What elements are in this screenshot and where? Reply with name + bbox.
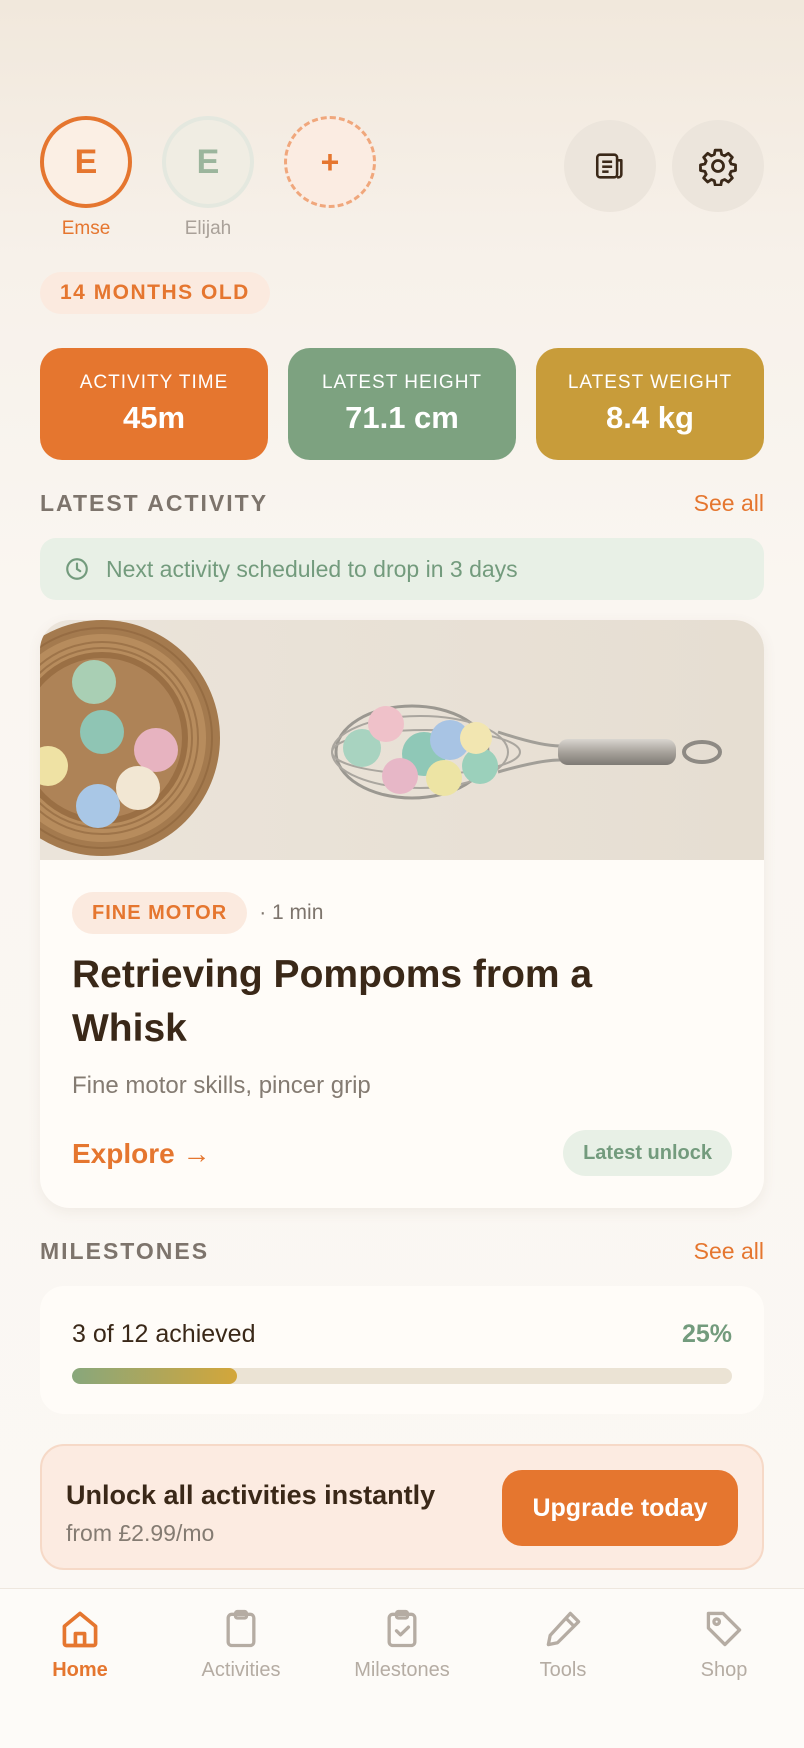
profile-name: Emse: [61, 218, 111, 239]
milestones-progress-card[interactable]: 3 of 12 achieved 25%: [40, 1286, 764, 1414]
bottom-nav: Home Activities Milestones Tools Shop: [0, 1588, 804, 1748]
home-icon: [62, 1611, 98, 1648]
stats-row: ACTIVITY TIME 45m LATEST HEIGHT 71.1 cm …: [40, 348, 764, 460]
next-activity-notice: Next activity scheduled to drop in 3 day…: [40, 538, 764, 600]
upgrade-title: Unlock all activities instantly: [66, 1480, 436, 1510]
notes-button[interactable]: [564, 120, 656, 212]
upgrade-banner: Unlock all activities instantly from £2.…: [40, 1444, 764, 1570]
stat-value: 45m: [122, 400, 186, 435]
clipboard-check-icon: [387, 1609, 417, 1648]
upgrade-button[interactable]: Upgrade today: [502, 1470, 738, 1546]
profile-switcher: E Emse E Elijah +: [40, 116, 376, 240]
clipboard-icon: [226, 1609, 256, 1648]
latest-activity-heading: LATEST ACTIVITY: [40, 490, 269, 516]
nav-label: Milestones: [354, 1659, 450, 1681]
gear-icon: [699, 148, 737, 186]
settings-button[interactable]: [672, 120, 764, 212]
clock-icon: [66, 558, 88, 580]
notice-text: Next activity scheduled to drop in 3 day…: [106, 555, 518, 582]
milestones-achieved-text: 3 of 12 achieved: [72, 1320, 256, 1348]
activity-card[interactable]: FINE MOTOR · 1 min Retrieving Pompoms fr…: [40, 620, 764, 1208]
milestones-progress-fill: [72, 1368, 237, 1384]
nav-label: Tools: [539, 1659, 587, 1681]
stat-activity-time[interactable]: ACTIVITY TIME 45m: [40, 348, 268, 460]
nav-label: Shop: [700, 1659, 748, 1681]
activity-subtitle: Fine motor skills, pincer grip: [72, 1072, 371, 1099]
category-tag: FINE MOTOR: [72, 892, 248, 934]
explore-link[interactable]: Explore →: [72, 1138, 210, 1170]
avatar: E: [162, 116, 254, 208]
activity-image: [40, 620, 764, 860]
milestones-percent: 25%: [681, 1320, 732, 1348]
nav-label: Activities: [201, 1659, 281, 1681]
profile-elijah[interactable]: E Elijah: [162, 116, 254, 240]
nav-home[interactable]: Home: [0, 1589, 160, 1748]
tag-icon: [706, 1611, 742, 1647]
stat-value: 8.4 kg: [606, 400, 694, 435]
nav-label: Home: [52, 1659, 108, 1681]
plus-icon: +: [284, 116, 376, 208]
add-profile-button[interactable]: +: [284, 116, 376, 240]
activity-duration: · 1 min: [259, 901, 324, 924]
pencil-icon: [546, 1611, 581, 1647]
nav-milestones[interactable]: Milestones: [322, 1589, 482, 1748]
stat-label: LATEST HEIGHT: [321, 372, 483, 393]
stat-latest-weight[interactable]: LATEST WEIGHT 8.4 kg: [536, 348, 764, 460]
notes-icon: [595, 153, 623, 179]
age-badge: 14 MONTHS OLD: [40, 272, 270, 314]
upgrade-price: from £2.99/mo: [66, 1520, 215, 1546]
activity-title: Retrieving Pompoms from a Whisk: [72, 953, 593, 1050]
avatar: E: [40, 116, 132, 208]
stat-latest-height[interactable]: LATEST HEIGHT 71.1 cm: [288, 348, 516, 460]
latest-activity-see-all-link[interactable]: See all: [694, 490, 764, 517]
profile-emse[interactable]: E Emse: [40, 116, 132, 240]
milestones-heading: MILESTONES: [40, 1238, 210, 1264]
milestones-progress-bar: [72, 1368, 732, 1384]
profile-name: Elijah: [184, 218, 232, 239]
nav-activities[interactable]: Activities: [161, 1589, 321, 1748]
stat-value: 71.1 cm: [345, 400, 459, 435]
stat-label: LATEST WEIGHT: [567, 372, 733, 393]
nav-shop[interactable]: Shop: [644, 1589, 804, 1748]
milestones-see-all-link[interactable]: See all: [694, 1238, 764, 1265]
activity-meta: FINE MOTOR · 1 min: [72, 892, 323, 934]
nav-tools[interactable]: Tools: [483, 1589, 643, 1748]
stat-label: ACTIVITY TIME: [79, 372, 229, 393]
latest-unlock-badge: Latest unlock: [563, 1130, 732, 1176]
